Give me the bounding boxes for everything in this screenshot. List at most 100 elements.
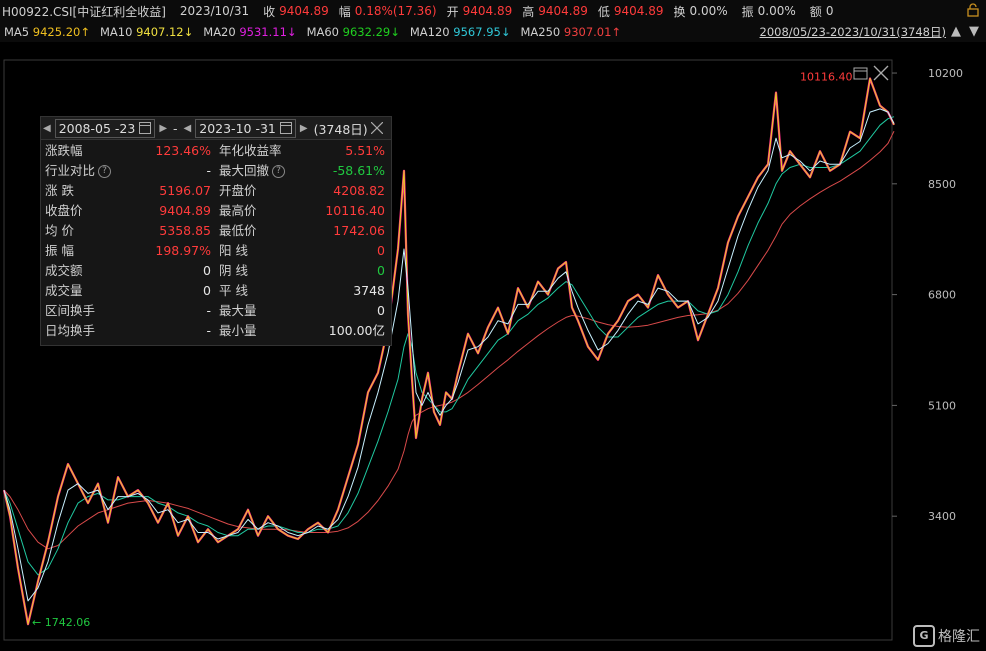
y-tick-label: 10200 (928, 67, 963, 80)
prev-end-icon[interactable]: ◀ (182, 123, 194, 134)
end-date-input[interactable]: 2023-10 -31 (195, 118, 296, 138)
stat-label-text: 成交额 (45, 263, 83, 278)
stat-value: 9404.89 (131, 201, 211, 221)
max-price-label: 10116.40 (800, 71, 853, 84)
help-icon[interactable]: ? (272, 165, 286, 178)
stat-label-text: 最高价 (219, 203, 257, 218)
stat-label-text: 成交量 (45, 283, 83, 298)
stat-label: 成交量 (45, 281, 145, 301)
stat-value-text: 100.00亿 (328, 323, 385, 338)
change-value: 0.18%(17.36) (354, 4, 437, 18)
high-label: 高 (522, 4, 535, 19)
stat-label-text: 最小量 (219, 323, 257, 338)
stat-value: 4208.82 (305, 181, 385, 201)
next-end-icon[interactable]: ▶ (298, 123, 310, 134)
date-range-link[interactable]: 2008/05/23-2023/10/31(3748日) (760, 24, 946, 40)
chevron-up-icon[interactable]: ▲ (948, 24, 964, 40)
stat-label: 年化收益率 (219, 141, 319, 161)
stat-value: 10116.40 (305, 201, 385, 221)
stat-label: 均 价 (45, 221, 145, 241)
calendar-icon[interactable] (279, 122, 292, 134)
stat-value: 100.00亿 (305, 321, 385, 341)
low-label: 低 (597, 4, 610, 19)
start-date-input[interactable]: 2008-05 -23 (54, 118, 156, 138)
stat-label: 平 线 (219, 281, 319, 301)
stat-value-text: 0 (203, 263, 211, 278)
stat-value: 0 (305, 241, 385, 261)
y-tick-label: 3400 (928, 510, 956, 523)
stat-value-text: - (206, 323, 211, 338)
stat-value-text: 9404.89 (159, 203, 211, 218)
stat-value: 5358.85 (131, 221, 211, 241)
low-value: 9404.89 (613, 4, 664, 18)
days-count: (3748日) (313, 121, 368, 137)
ma60-label: MA60 (306, 25, 339, 39)
stat-value: - (131, 321, 211, 341)
stat-value: 5.51% (305, 141, 385, 161)
ma5-label: MA5 (4, 25, 30, 39)
stat-value: 0 (131, 261, 211, 281)
stat-label-text: 涨 跌 (45, 183, 74, 198)
stat-label: 成交额 (45, 261, 145, 281)
chevron-down-icon[interactable]: ▼ (966, 24, 982, 40)
end-date-text: 2023-10 -31 (199, 120, 276, 136)
watermark: G 格隆汇 (913, 625, 980, 647)
stat-value-text: 0 (203, 283, 211, 298)
stat-value-text: 5.51% (345, 143, 385, 158)
stat-value: 198.97% (131, 241, 211, 261)
quote-date: 2023/10/31 (179, 4, 250, 18)
stat-value-text: 0 (377, 243, 385, 258)
stat-value-text: - (206, 303, 211, 318)
calendar-icon[interactable] (139, 122, 152, 134)
ma5: MA5 9425.20↑ (4, 25, 90, 39)
stat-value: 0 (305, 301, 385, 321)
ma20: MA20 9531.11↓ (203, 25, 296, 39)
stat-value-text: -58.61% (332, 163, 385, 178)
lock-icon[interactable] (966, 3, 980, 17)
next-start-icon[interactable]: ▶ (157, 123, 169, 134)
ma60-value: 9632.29↓ (342, 25, 400, 39)
stat-label-text: 收盘价 (45, 203, 83, 218)
high-value: 9404.89 (538, 4, 588, 18)
ma20-label: MA20 (203, 25, 236, 39)
stat-label: 最低价 (219, 221, 319, 241)
stat-label-text: 平 线 (219, 283, 248, 298)
ma20-value: 9531.11↓ (239, 25, 297, 39)
close-icon[interactable] (371, 122, 383, 134)
stat-value: 1742.06 (305, 221, 385, 241)
prev-start-icon[interactable]: ◀ (41, 123, 53, 134)
stat-value: - (131, 301, 211, 321)
stat-label-text: 年化收益率 (219, 143, 282, 158)
open-label: 开 (446, 4, 459, 19)
ma10: MA10 9407.12↓ (100, 25, 193, 39)
stat-value-text: 5196.07 (159, 183, 211, 198)
stat-label: 开盘价 (219, 181, 319, 201)
maximize-icon[interactable] (853, 67, 868, 80)
stat-label-text: 行业对比 (45, 163, 96, 178)
y-axis: 10200 8500 6800 5100 3400 (892, 67, 963, 523)
amplitude-value: 0.00% (757, 4, 796, 18)
stat-value-text: - (206, 163, 211, 178)
stat-label-text: 阳 线 (219, 243, 248, 258)
help-icon[interactable]: ? (98, 165, 112, 178)
stat-label: 最大量 (219, 301, 319, 321)
watermark-text: 格隆汇 (938, 629, 980, 645)
stat-value: 0 (305, 261, 385, 281)
stat-value-text: 4208.82 (333, 183, 385, 198)
y-tick-label: 5100 (928, 399, 956, 412)
stat-value-text: 0 (377, 263, 385, 278)
stat-value: 0 (131, 281, 211, 301)
stat-label-text: 最低价 (219, 223, 257, 238)
stat-value-text: 3748 (353, 283, 385, 298)
stat-label: 最大回撤? (219, 161, 319, 181)
stat-label: 最小量 (219, 321, 319, 341)
open-value: 9404.89 (462, 4, 513, 18)
turnover-label: 换 (673, 4, 686, 19)
stat-value-text: 1742.06 (333, 223, 385, 238)
stat-value-text: 198.97% (155, 243, 211, 258)
stat-value-text: 0 (377, 303, 385, 318)
interval-stats-panel: ◀ 2008-05 -23 ▶ - ◀ 2023-10 -31 ▶ (3748日… (40, 116, 392, 346)
close-icon[interactable] (873, 65, 889, 81)
date-separator: - (173, 120, 178, 136)
ma250: MA250 9307.01↑ (520, 25, 621, 39)
